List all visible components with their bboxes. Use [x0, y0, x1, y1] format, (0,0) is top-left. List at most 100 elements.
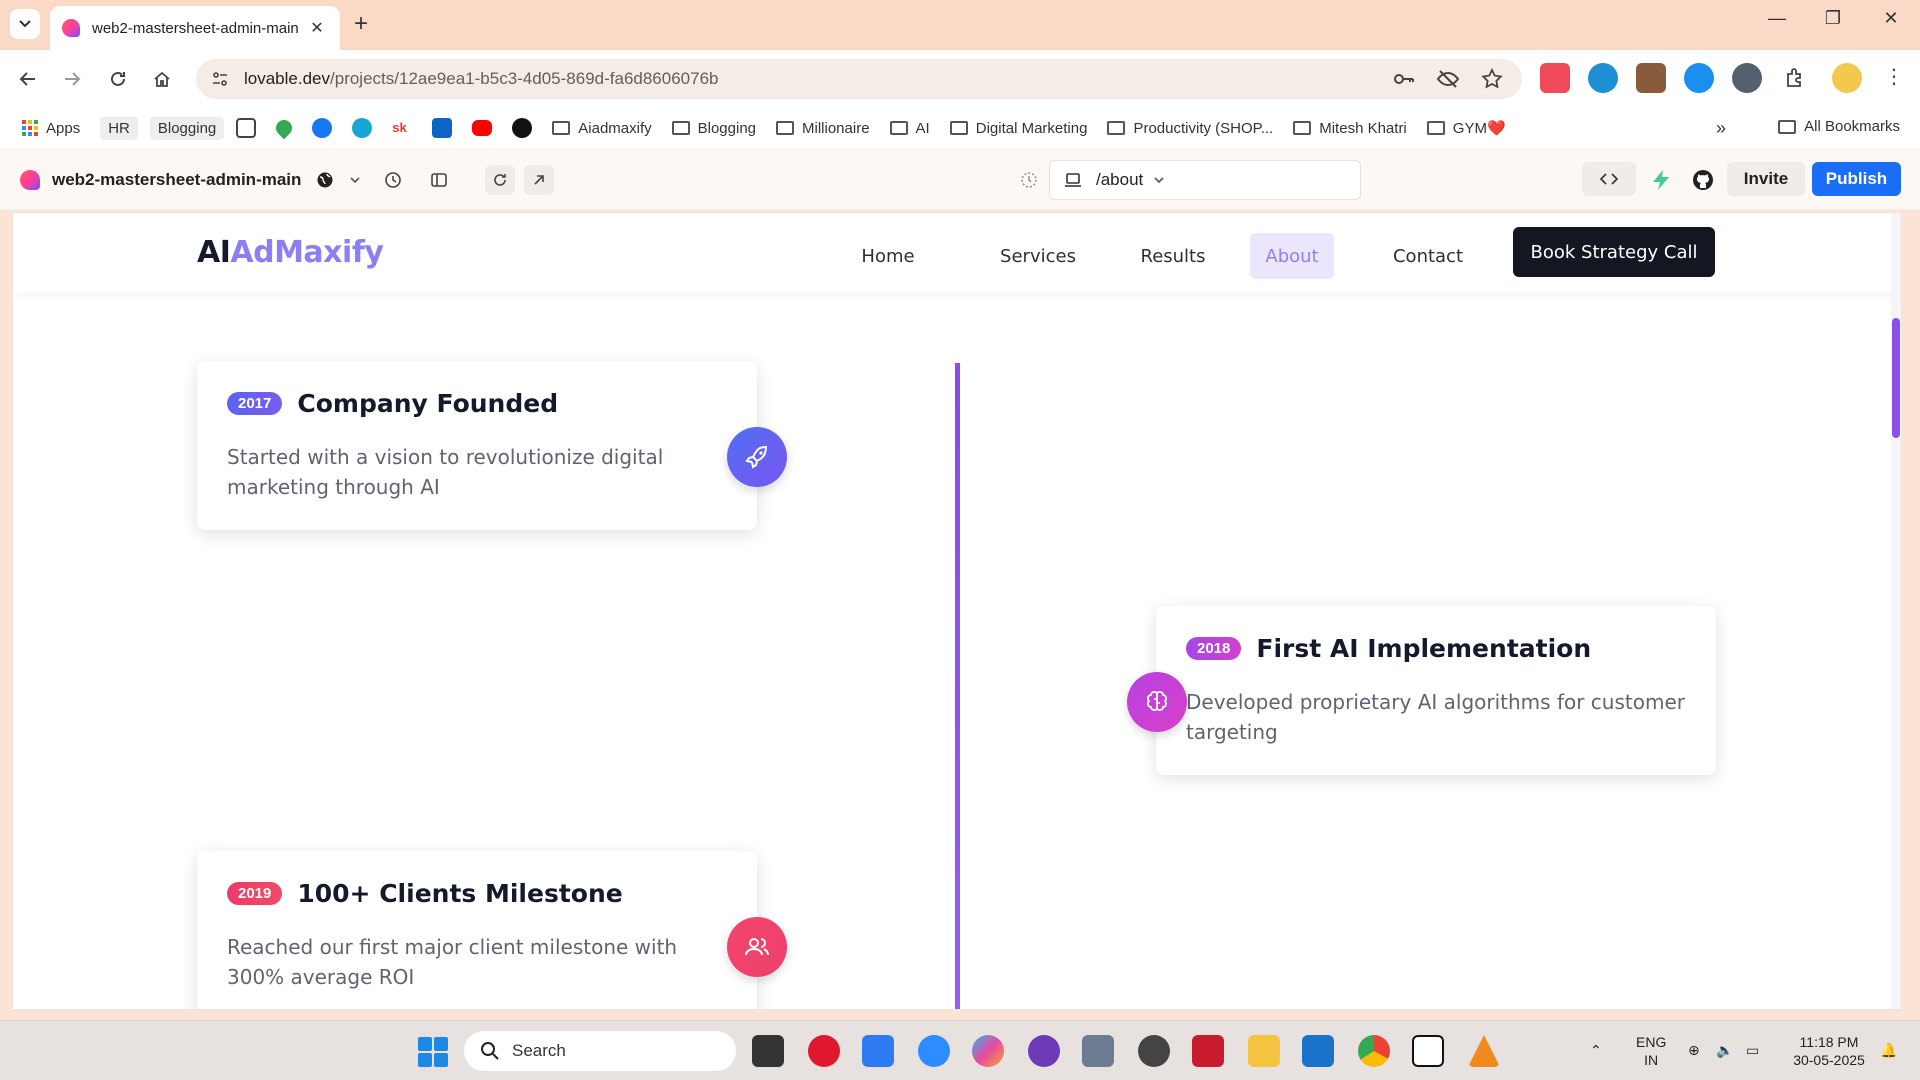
history-icon[interactable] — [380, 167, 406, 193]
opera-icon[interactable] — [808, 1035, 840, 1067]
canva-icon[interactable] — [352, 118, 373, 138]
menu-kebab-icon[interactable]: ⋮ — [1884, 64, 1904, 89]
nav-home[interactable]: Home — [851, 233, 925, 279]
star-bookmark-icon[interactable] — [1480, 67, 1504, 91]
extension-blue-icon[interactable] — [1684, 63, 1714, 93]
home-icon[interactable] — [148, 65, 176, 93]
nav-results[interactable]: Results — [1123, 233, 1223, 279]
card-title: 100+ Clients Milestone — [297, 879, 623, 908]
globe-icon[interactable] — [312, 167, 338, 193]
copilot-icon[interactable] — [972, 1035, 1004, 1067]
chevron-down-icon[interactable] — [342, 167, 368, 193]
notion-icon[interactable] — [1412, 1035, 1444, 1067]
calculator-icon[interactable] — [1082, 1035, 1114, 1067]
more-bookmarks-icon[interactable]: » — [1716, 118, 1726, 139]
task-view-icon[interactable] — [752, 1035, 784, 1067]
invite-button[interactable]: Invite — [1727, 162, 1805, 196]
nav-services[interactable]: Services — [983, 233, 1093, 279]
extension-brown-icon[interactable] — [1636, 63, 1666, 93]
battery-icon[interactable]: ▭ — [1746, 1041, 1759, 1059]
rocket-icon — [727, 427, 787, 487]
folder-icon — [1426, 121, 1445, 135]
new-tab-button[interactable]: + — [354, 11, 368, 37]
preview-scrollbar[interactable] — [1891, 213, 1901, 1009]
site-logo[interactable]: AIAdMaxify — [197, 235, 384, 270]
publish-button[interactable]: Publish — [1812, 162, 1901, 196]
sidebar-toggle-icon[interactable] — [426, 167, 452, 193]
todo-icon[interactable] — [862, 1035, 894, 1067]
bookmark-folder-productivity[interactable]: Productivity (SHOP... — [1107, 120, 1273, 137]
github-icon[interactable] — [1690, 167, 1716, 193]
clock[interactable]: 11:18 PM 30-05-2025 — [1784, 1033, 1874, 1069]
supabase-bolt-icon[interactable] — [1648, 167, 1674, 193]
all-bookmarks[interactable]: All Bookmarks — [1778, 118, 1900, 135]
taskbar-search[interactable]: Search — [464, 1031, 736, 1071]
nav-about[interactable]: About — [1250, 233, 1334, 279]
browser-tab[interactable]: web2-mastersheet-admin-main ✕ — [50, 6, 340, 50]
puzzle-extensions-icon[interactable] — [1780, 63, 1810, 93]
site-info-icon[interactable] — [208, 67, 232, 91]
bookmark-folder-millionaire[interactable]: Millionaire — [776, 120, 870, 137]
network-icon[interactable]: ⊕ — [1688, 1041, 1700, 1059]
tab-title: web2-mastersheet-admin-main — [92, 19, 299, 37]
card-title: First AI Implementation — [1256, 634, 1592, 663]
book-strategy-call-button[interactable]: Book Strategy Call — [1513, 227, 1715, 277]
extension-red-icon[interactable] — [1540, 63, 1570, 93]
grid-bookmark-icon[interactable] — [236, 118, 257, 138]
bookmark-folder-gym[interactable]: GYM❤️ — [1426, 119, 1506, 137]
zoom-icon[interactable] — [918, 1035, 950, 1067]
vlc-icon[interactable] — [1468, 1035, 1500, 1067]
bookmark-blogging-chip[interactable]: Blogging — [149, 116, 225, 140]
card-title: Company Founded — [297, 389, 559, 418]
extension-mouse-icon[interactable] — [1732, 63, 1762, 93]
linkedin-icon[interactable] — [432, 118, 453, 138]
window-close-icon[interactable]: ✕ — [1876, 8, 1906, 29]
youtube-icon[interactable] — [472, 120, 493, 136]
browser-tab-strip: web2-mastersheet-admin-main ✕ + — ❐ ✕ — [0, 0, 1920, 50]
project-name[interactable]: web2-mastersheet-admin-main — [52, 170, 301, 190]
card-description: Developed proprietary AI algorithms for … — [1186, 690, 1685, 744]
forward-icon[interactable] — [58, 65, 86, 93]
bookmark-folder-aiadmaxify[interactable]: Aiadmaxify — [552, 120, 652, 137]
bookmark-folder-ai[interactable]: AI — [889, 120, 930, 137]
minimize-icon[interactable]: — — [1762, 8, 1792, 29]
clock-app-icon[interactable] — [1138, 1035, 1170, 1067]
language-indicator[interactable]: ENG IN — [1636, 1033, 1666, 1069]
eye-off-icon[interactable] — [1436, 67, 1460, 91]
maps-icon[interactable] — [272, 116, 296, 140]
route-selector[interactable]: /about — [1049, 160, 1361, 200]
openai-icon[interactable] — [512, 118, 533, 138]
notification-icon[interactable]: 🔔 — [1880, 1041, 1897, 1059]
code-view-icon[interactable] — [1582, 162, 1636, 196]
recorder-icon[interactable] — [1192, 1035, 1224, 1067]
password-key-icon[interactable] — [1392, 67, 1416, 91]
tray-overflow-icon[interactable]: ⌃ — [1590, 1041, 1602, 1059]
profile-avatar[interactable] — [1832, 63, 1862, 93]
circle-app-icon[interactable] — [1028, 1035, 1060, 1067]
route-path: /about — [1096, 170, 1144, 189]
bookmark-apps[interactable]: Apps — [22, 120, 80, 137]
tab-search-button[interactable] — [10, 9, 40, 39]
bookmark-folder-mitesh-khatri[interactable]: Mitesh Khatri — [1293, 120, 1407, 137]
reload-icon[interactable] — [104, 65, 132, 93]
windows-start-icon[interactable] — [418, 1037, 448, 1067]
extension-clock-icon[interactable] — [1588, 63, 1618, 93]
restore-icon[interactable]: ❐ — [1818, 8, 1848, 29]
refresh-preview-icon[interactable] — [485, 165, 515, 195]
volume-icon[interactable]: 🔈 — [1716, 1041, 1733, 1059]
facebook-icon[interactable] — [312, 118, 333, 138]
bookmark-hr[interactable]: HR — [100, 116, 138, 140]
close-tab-icon[interactable]: ✕ — [306, 18, 328, 38]
back-icon[interactable] — [14, 65, 42, 93]
lovable-app-bar: web2-mastersheet-admin-main /about Invit… — [0, 148, 1920, 210]
chrome-icon[interactable] — [1358, 1035, 1390, 1067]
bookmark-folder-digital-marketing[interactable]: Digital Marketing — [949, 120, 1087, 137]
open-external-icon[interactable] — [524, 165, 554, 195]
nav-contact[interactable]: Contact — [1383, 233, 1473, 279]
window-app-icon[interactable] — [1302, 1035, 1334, 1067]
bookmark-folder-blogging[interactable]: Blogging — [671, 120, 756, 137]
sk-icon[interactable]: sk — [392, 118, 413, 138]
file-explorer-icon[interactable] — [1248, 1035, 1280, 1067]
address-bar[interactable]: lovable.dev/projects/12ae9ea1-b5c3-4d05-… — [196, 59, 1522, 99]
scrollbar-thumb[interactable] — [1892, 318, 1900, 438]
